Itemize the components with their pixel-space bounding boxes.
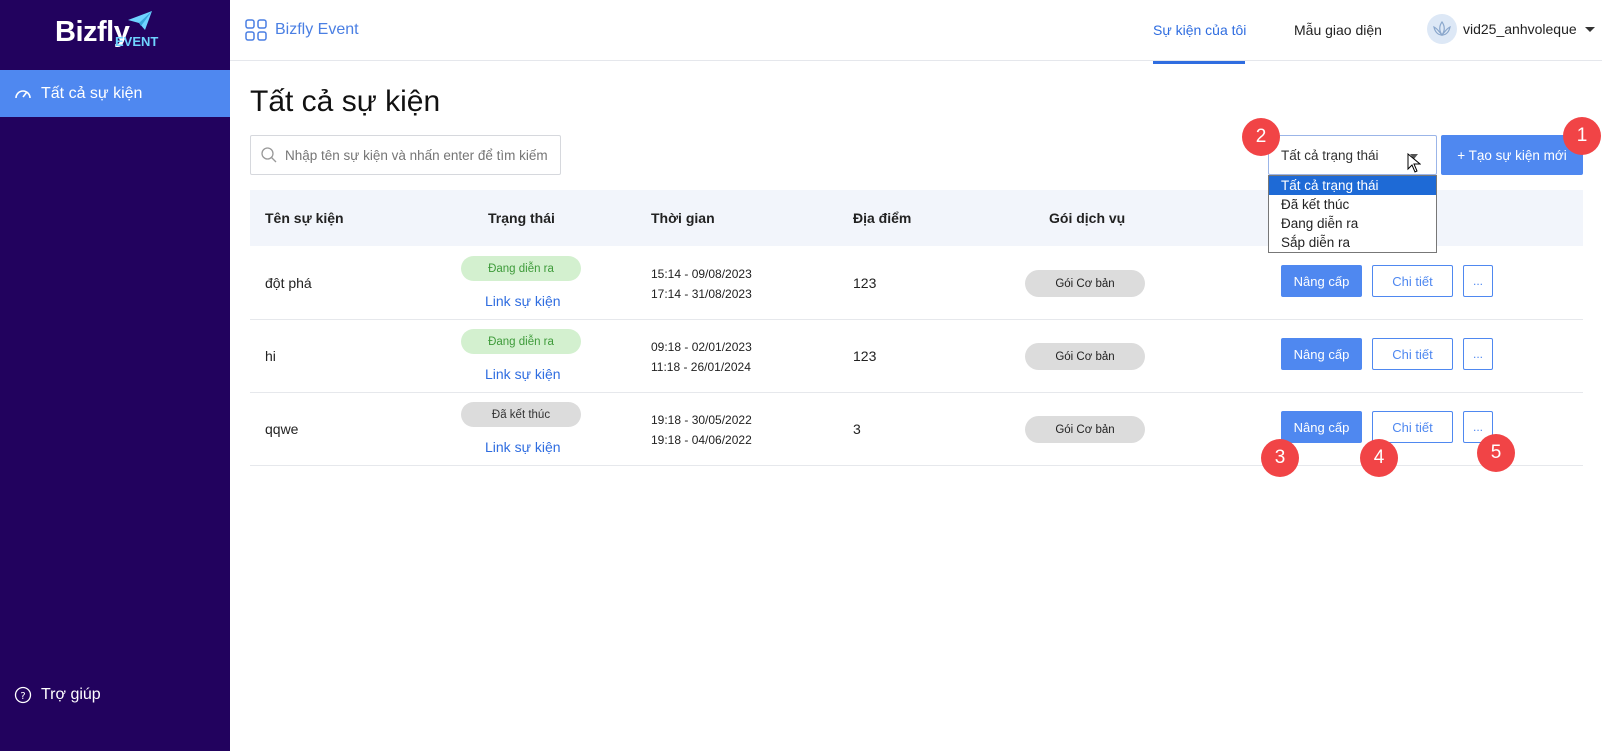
nav-my-events[interactable]: Sự kiện của tôi — [1153, 22, 1246, 38]
sidebar-item-label: Tất cả sự kiện — [41, 84, 143, 102]
status-dropdown-list: Tất cả trạng thái Đã kết thúc Đang diễn … — [1268, 175, 1437, 253]
brand-link[interactable]: Bizfly Event — [245, 19, 359, 41]
search-icon — [261, 147, 277, 163]
status-option[interactable]: Tất cả trạng thái — [1269, 176, 1436, 195]
upgrade-button[interactable]: Nâng cấp — [1281, 265, 1362, 297]
upgrade-button[interactable]: Nâng cấp — [1281, 411, 1362, 443]
event-name: đột phá — [265, 275, 312, 291]
search-box[interactable] — [250, 135, 561, 175]
event-start-time: 19:18 - 30/05/2022 — [651, 413, 752, 427]
annotation-marker-3: 3 — [1261, 439, 1299, 477]
mouse-cursor-icon — [1407, 153, 1421, 173]
annotation-marker-1: 1 — [1563, 117, 1601, 155]
chevron-down-icon — [1584, 26, 1595, 32]
upgrade-button[interactable]: Nâng cấp — [1281, 338, 1362, 370]
event-start-time: 09:18 - 02/01/2023 — [651, 340, 752, 354]
avatar — [1427, 14, 1457, 44]
annotation-marker-5: 5 — [1477, 434, 1515, 472]
search-input[interactable] — [285, 147, 555, 163]
lotus-avatar-icon — [1433, 20, 1451, 37]
status-badge: Đã kết thúc — [461, 402, 581, 427]
event-name: qqwe — [265, 421, 299, 437]
status-option[interactable]: Đang diễn ra — [1269, 214, 1436, 233]
svg-text:?: ? — [20, 691, 25, 702]
top-header: Bizfly Event Sự kiện của tôi Mẫu giao di… — [230, 0, 1602, 64]
detail-button[interactable]: Chi tiết — [1372, 411, 1453, 443]
package-badge: Gói Cơ bản — [1025, 270, 1145, 297]
event-end-time: 17:14 - 31/08/2023 — [651, 287, 752, 301]
event-link[interactable]: Link sự kiện — [485, 293, 561, 309]
page-title: Tất cả sự kiện — [250, 85, 441, 118]
package-badge: Gói Cơ bản — [1025, 416, 1145, 443]
dashboard-gauge-icon — [15, 89, 31, 98]
nav-active-indicator — [1153, 61, 1245, 64]
annotation-marker-2: 2 — [1242, 118, 1280, 156]
status-badge: Đang diễn ra — [461, 329, 581, 354]
paper-plane-icon — [128, 11, 152, 30]
event-link[interactable]: Link sự kiện — [485, 439, 561, 455]
nav-templates[interactable]: Mẫu giao diện — [1294, 22, 1382, 38]
create-event-button[interactable]: + Tạo sự kiện mới — [1441, 135, 1583, 175]
username: vid25_anhvoleque — [1463, 21, 1577, 37]
column-header-location: Địa điểm — [853, 210, 912, 226]
logo-subtext: EVENT — [115, 34, 159, 49]
column-header-package: Gói dịch vụ — [1049, 210, 1126, 226]
event-location: 3 — [853, 421, 861, 437]
detail-button[interactable]: Chi tiết — [1372, 338, 1453, 370]
event-end-time: 19:18 - 04/06/2022 — [651, 433, 752, 447]
sidebar: Bizfly EVENT Tất cả sự kiện ? Trợ giúp — [0, 0, 230, 751]
event-name: hi — [265, 348, 276, 364]
column-header-time: Thời gian — [651, 210, 715, 226]
event-start-time: 15:14 - 09/08/2023 — [651, 267, 752, 281]
table-row: đột phá Đang diễn ra Link sự kiện 15:14 … — [250, 247, 1583, 320]
status-option[interactable]: Sắp diễn ra — [1269, 233, 1436, 252]
event-link[interactable]: Link sự kiện — [485, 366, 561, 382]
detail-button[interactable]: Chi tiết — [1372, 265, 1453, 297]
help-circle-icon: ? — [14, 686, 32, 704]
event-location: 123 — [853, 275, 877, 291]
status-option[interactable]: Đã kết thúc — [1269, 195, 1436, 214]
package-badge: Gói Cơ bản — [1025, 343, 1145, 370]
brand-label: Bizfly Event — [275, 21, 359, 38]
column-header-name: Tên sự kiện — [265, 210, 344, 226]
user-menu[interactable]: vid25_anhvoleque — [1427, 14, 1595, 44]
column-header-status: Trạng thái — [488, 210, 555, 226]
grid-apps-icon — [245, 19, 267, 41]
status-filter-value: Tất cả trạng thái — [1281, 148, 1379, 163]
annotation-marker-4: 4 — [1360, 439, 1398, 477]
event-location: 123 — [853, 348, 877, 364]
sidebar-item-help[interactable]: ? Trợ giúp — [14, 686, 101, 704]
more-options-button[interactable]: ... — [1463, 265, 1493, 297]
more-options-button[interactable]: ... — [1463, 338, 1493, 370]
event-end-time: 11:18 - 26/01/2024 — [651, 360, 751, 374]
sidebar-item-all-events[interactable]: Tất cả sự kiện — [0, 70, 230, 117]
table-row: hi Đang diễn ra Link sự kiện 09:18 - 02/… — [250, 320, 1583, 393]
bizfly-logo[interactable]: Bizfly EVENT — [55, 10, 180, 52]
help-label: Trợ giúp — [41, 686, 101, 703]
status-badge: Đang diễn ra — [461, 256, 581, 281]
